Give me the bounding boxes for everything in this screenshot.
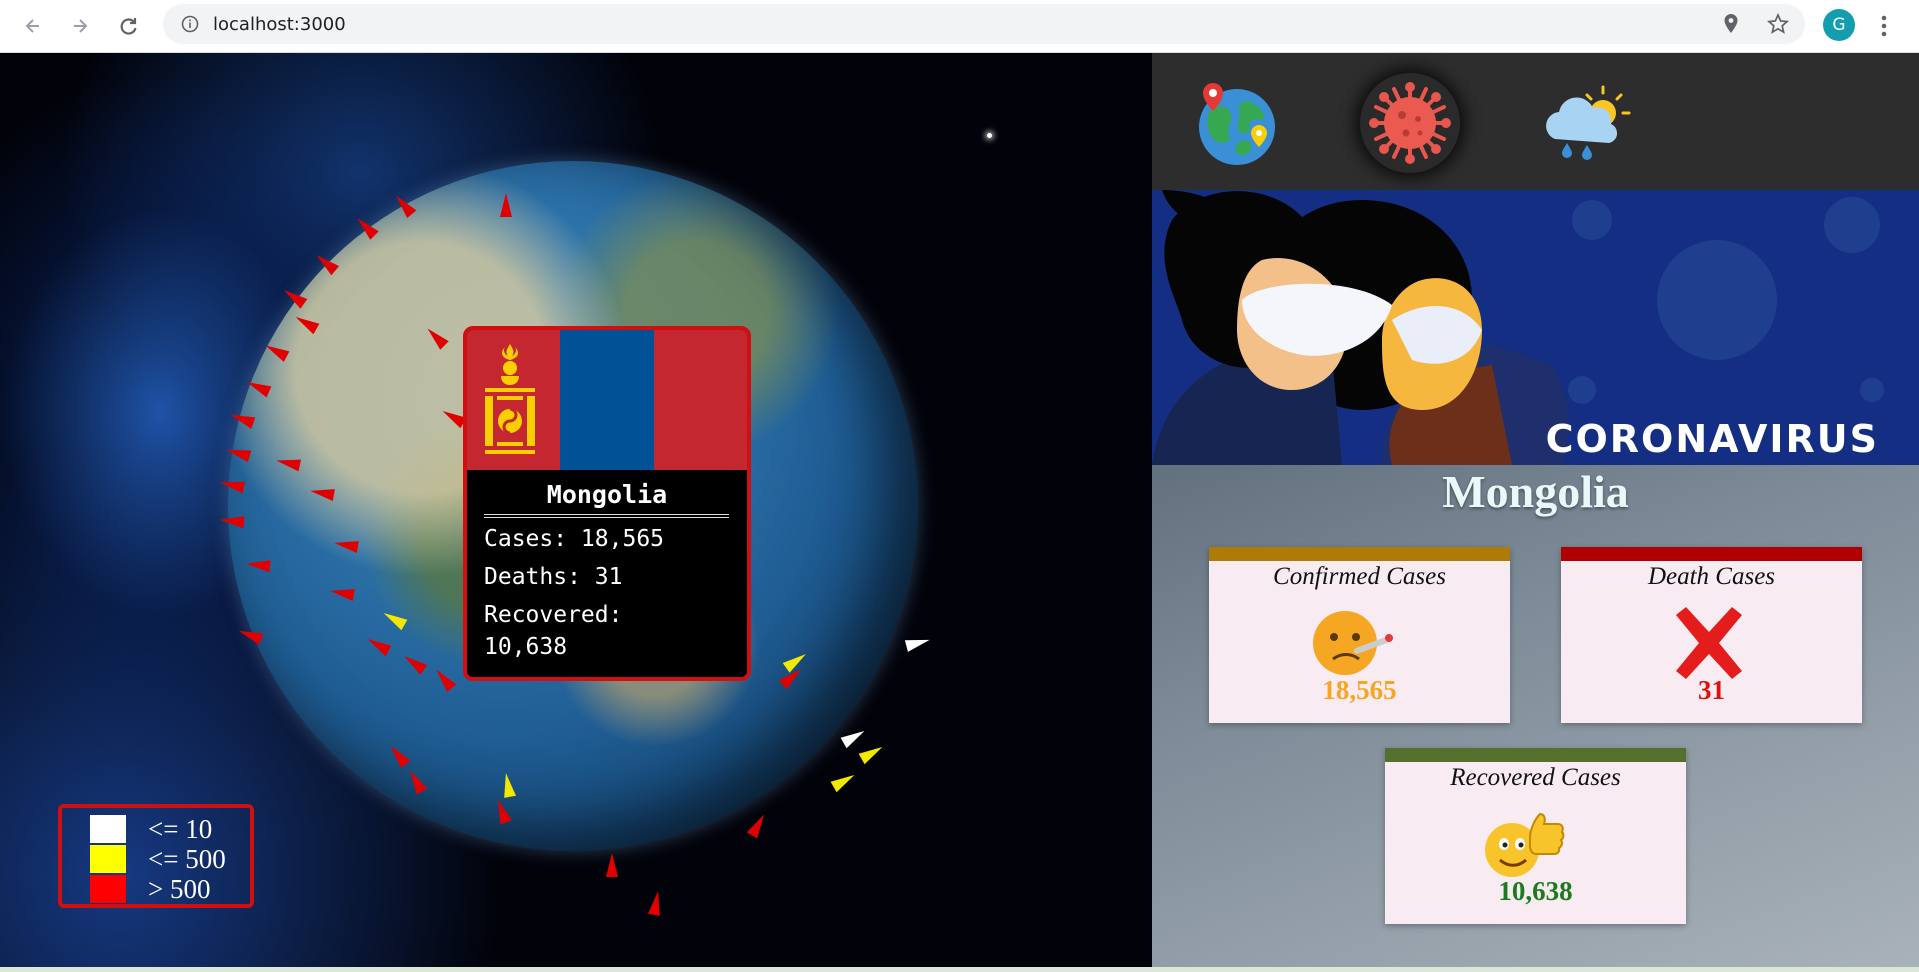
card-accent-bar [1385,748,1686,762]
globe-map-icon [1199,83,1275,165]
case-spike[interactable] [219,513,245,529]
case-spike-low[interactable] [904,634,932,652]
case-spike[interactable] [606,853,618,877]
country-tooltip: Mongolia Cases: 18,565 Deaths: 31 Recove… [463,326,751,681]
soyombo-emblem-icon [485,344,535,454]
case-spike-medium[interactable] [830,769,858,793]
virus-icon [1369,82,1451,164]
country-flag [467,330,747,470]
card-accent-bar [1209,547,1510,561]
tooltip-divider [484,514,729,518]
weather-icon [1546,85,1631,160]
thumbs-up-face-icon [1485,812,1565,877]
legend-item-low: <= 10 [90,814,212,844]
card-accent-bar [1561,547,1862,561]
info-icon[interactable] [181,15,199,33]
nav-virus[interactable] [1360,73,1460,173]
url-text[interactable]: localhost:3000 [213,14,346,35]
case-legend: <= 10 <= 500 > 500 [58,804,254,908]
legend-swatch [90,875,126,903]
death-cases-card: Death Cases 31 [1561,547,1862,723]
selected-country-title: Mongolia [1442,466,1629,517]
page-bottom-strip [0,967,1919,972]
legend-swatch [90,845,126,873]
confirmed-cases-card: Confirmed Cases 18,565 [1209,547,1510,723]
arrow-right-icon [74,19,88,33]
legend-label: <= 10 [148,813,213,844]
back-button[interactable] [17,10,49,42]
recovered-cases-card: Recovered Cases 10,638 [1385,748,1686,924]
globe-viewport[interactable]: Mongolia Cases: 18,565 Deaths: 31 Recove… [0,53,1152,967]
case-spike-medium[interactable] [858,741,886,765]
case-spike[interactable] [500,193,512,217]
legend-item-high: > 500 [90,874,210,904]
case-spike[interactable] [648,890,664,916]
reload-icon [120,18,137,35]
coronavirus-banner: CORONAVIRUS [1152,190,1919,465]
arrow-left-icon [25,19,39,33]
tooltip-deaths: Deaths: 31 [484,564,623,590]
star [987,133,992,138]
sick-face-icon [1313,611,1393,675]
profile-initial: G [1832,15,1846,35]
bookmark-star-icon[interactable] [1767,13,1789,35]
profile-avatar[interactable]: G [1823,9,1855,41]
tooltip-country-name: Mongolia [546,480,668,509]
case-spike[interactable] [245,557,271,573]
legend-swatch [90,815,126,843]
confirmed-cases-title: Confirmed Cases [1273,563,1446,590]
more-menu-icon[interactable] [1880,14,1888,38]
nav-globe-map[interactable] [1187,73,1287,173]
confirmed-cases-value: 18,565 [1322,675,1397,705]
death-cases-title: Death Cases [1647,563,1776,590]
flag-band-middle [560,330,654,470]
legend-item-medium: <= 500 [90,844,226,874]
flag-band-right [653,330,747,470]
tooltip-recovered-label: Recovered: [484,602,623,628]
browser-toolbar: localhost:3000 G [0,0,1919,53]
address-bar[interactable]: localhost:3000 [163,4,1805,44]
reload-button[interactable] [112,10,144,42]
cross-mark-icon [1676,607,1742,679]
forward-button[interactable] [64,10,96,42]
death-cases-value: 31 [1698,675,1725,705]
recovered-cases-value: 10,638 [1498,876,1573,906]
case-spike-low[interactable] [840,725,868,749]
case-spike[interactable] [746,811,770,839]
legend-label: <= 500 [148,843,226,874]
tooltip-cases: Cases: 18,565 [484,526,665,552]
tooltip-recovered-value: 10,638 [484,634,568,660]
recovered-cases-title: Recovered Cases [1450,764,1621,791]
location-pin-icon[interactable] [1723,13,1739,35]
banner-title: CORONAVIRUS [1545,417,1879,461]
panel-nav [1152,53,1919,190]
legend-label: > 500 [148,873,211,904]
info-panel: CORONAVIRUS Mongolia Confirmed Cases 18,… [1152,53,1919,967]
nav-weather[interactable] [1536,73,1636,173]
